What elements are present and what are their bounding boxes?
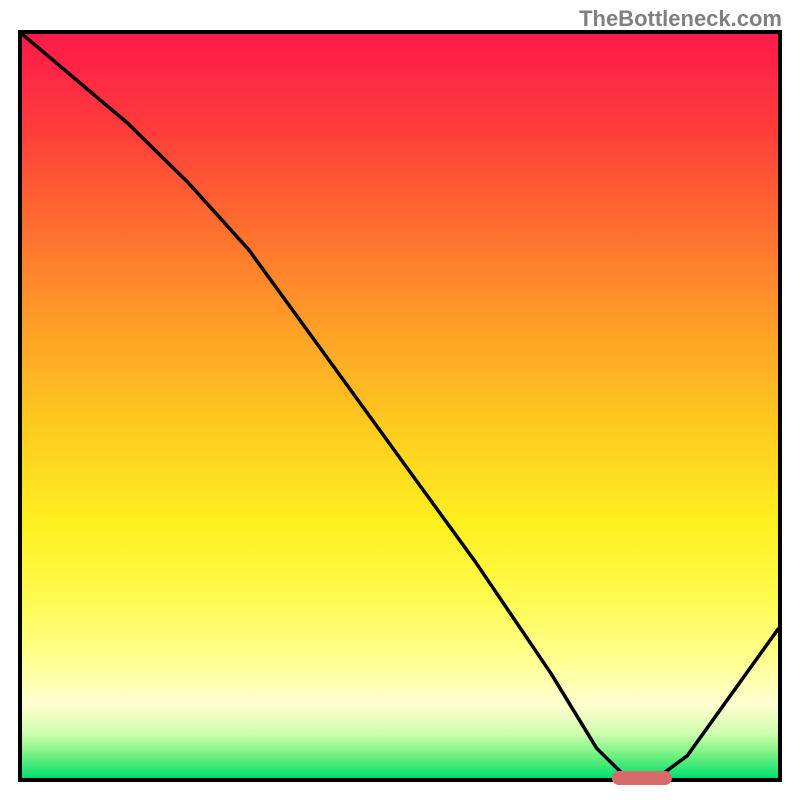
curve-svg <box>22 34 778 778</box>
chart-area <box>18 30 782 782</box>
optimal-marker <box>612 771 672 785</box>
watermark-text: TheBottleneck.com <box>579 6 782 32</box>
bottleneck-curve-path <box>22 34 778 778</box>
